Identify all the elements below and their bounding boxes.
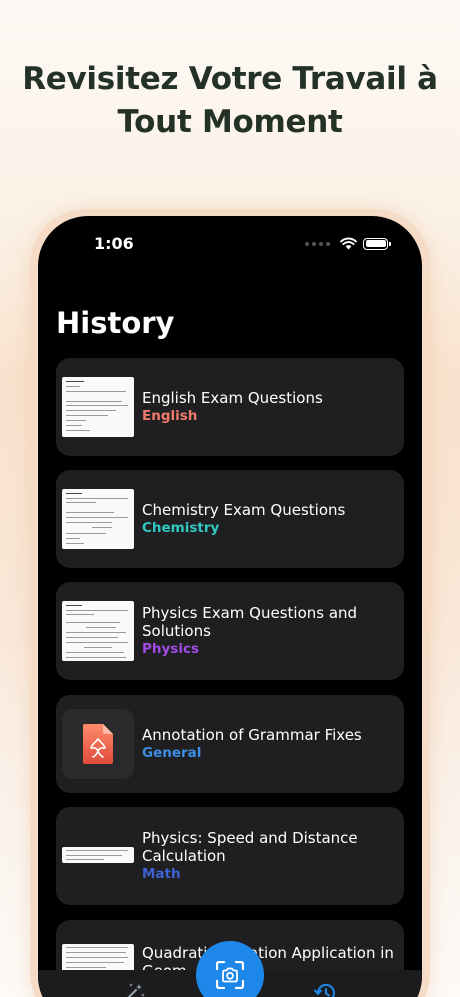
document-thumbnail bbox=[62, 489, 134, 549]
headline-line-1: Revisitez Votre Travail à bbox=[22, 61, 438, 97]
item-subject: General bbox=[142, 745, 202, 761]
file-thumbnail bbox=[62, 709, 134, 779]
history-item-english[interactable]: English Exam Questions English bbox=[56, 358, 404, 456]
item-subject: Physics bbox=[142, 641, 200, 657]
headline-line-2: Tout Moment bbox=[117, 104, 343, 140]
document-thumbnail bbox=[62, 847, 134, 863]
promo-headline: Revisitez Votre Travail à Tout Moment bbox=[0, 58, 460, 144]
document-thumbnail bbox=[62, 377, 134, 437]
scan-camera-icon bbox=[216, 961, 244, 989]
history-item-physics[interactable]: Physics Exam Questions and Solutions Phy… bbox=[56, 582, 404, 680]
item-subject: English bbox=[142, 408, 198, 424]
item-title: Chemistry Exam Questions bbox=[142, 501, 346, 519]
document-thumbnail bbox=[62, 601, 134, 661]
magic-wand-icon[interactable] bbox=[120, 982, 146, 997]
pdf-file-icon bbox=[83, 724, 113, 764]
battery-icon bbox=[363, 237, 391, 250]
phone-screen: 1:06 History English Exam Questions Engl… bbox=[38, 216, 422, 997]
item-title: Physics Exam Questions and Solutions bbox=[142, 604, 358, 640]
history-item-grammar[interactable]: Annotation of Grammar Fixes General bbox=[56, 695, 404, 793]
item-subject: Math bbox=[142, 866, 181, 882]
signal-icon bbox=[305, 241, 330, 246]
item-title: Physics: Speed and Distance Calculation bbox=[142, 829, 358, 865]
item-title: Annotation of Grammar Fixes bbox=[142, 726, 362, 744]
page-title: History bbox=[56, 306, 175, 340]
item-title: English Exam Questions bbox=[142, 389, 323, 407]
status-time: 1:06 bbox=[94, 234, 134, 253]
item-subject: Chemistry bbox=[142, 520, 220, 536]
wifi-icon bbox=[340, 237, 357, 250]
history-icon[interactable] bbox=[312, 982, 338, 997]
status-icons bbox=[305, 237, 391, 250]
history-item-chemistry[interactable]: Chemistry Exam Questions Chemistry bbox=[56, 470, 404, 568]
history-item-speed[interactable]: Physics: Speed and Distance Calculation … bbox=[56, 807, 404, 905]
